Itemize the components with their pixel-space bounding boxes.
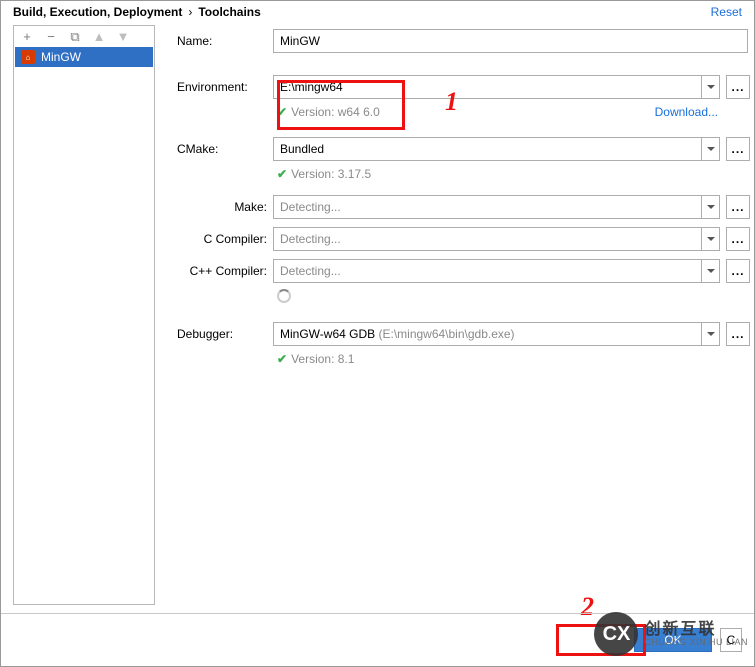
name-field[interactable]	[273, 29, 748, 53]
cpp-compiler-dropdown-icon[interactable]	[701, 260, 719, 282]
sidebar-toolbar: + − ⧉ ▲ ▼	[14, 26, 154, 47]
environment-field[interactable]: E:\mingw64	[273, 75, 720, 99]
reset-link[interactable]: Reset	[711, 5, 742, 19]
cmake-version: Version: 3.17.5	[291, 167, 371, 181]
copy-icon[interactable]: ⧉	[68, 30, 82, 43]
debugger-version: Version: 8.1	[291, 352, 354, 366]
breadcrumb-separator: ›	[188, 5, 192, 19]
debugger-status: ✔ Version: 8.1	[177, 352, 750, 366]
make-browse-button[interactable]: ...	[726, 195, 750, 219]
debugger-dropdown-icon[interactable]	[701, 323, 719, 345]
cmake-label: CMake:	[177, 142, 273, 156]
cmake-status: ✔ Version: 3.17.5	[177, 167, 750, 181]
settings-form: Name: Environment: E:\mingw64 ... ✔ Vers…	[155, 25, 754, 605]
environment-version: Version: w64 6.0	[291, 105, 380, 119]
watermark-cn: 创新互联	[644, 622, 748, 638]
debugger-browse-button[interactable]: ...	[726, 322, 750, 346]
cmake-field[interactable]: Bundled	[273, 137, 720, 161]
cpp-compiler-label: C++ Compiler:	[177, 264, 273, 278]
debugger-field[interactable]: MinGW-w64 GDB (E:\mingw64\bin\gdb.exe)	[273, 322, 720, 346]
spinner-icon	[277, 289, 291, 303]
c-compiler-dropdown-icon[interactable]	[701, 228, 719, 250]
move-up-icon[interactable]: ▲	[92, 30, 106, 43]
make-dropdown-icon[interactable]	[701, 196, 719, 218]
make-field[interactable]: Detecting...	[273, 195, 720, 219]
add-icon[interactable]: +	[20, 30, 34, 43]
watermark: CX 创新互联 CHUANG XIN HU LIAN	[594, 612, 748, 656]
name-label: Name:	[177, 34, 273, 48]
watermark-en: CHUANG XIN HU LIAN	[644, 638, 748, 647]
breadcrumb-current: Toolchains	[198, 5, 260, 19]
cpp-compiler-value: Detecting...	[274, 262, 701, 280]
check-icon: ✔	[277, 352, 287, 366]
c-compiler-value: Detecting...	[274, 230, 701, 248]
sidebar-list: ⌂ MinGW	[15, 47, 153, 603]
environment-status: ✔ Version: w64 6.0 Download...	[177, 105, 750, 119]
download-link[interactable]: Download...	[380, 105, 750, 119]
make-value: Detecting...	[274, 198, 701, 216]
cpp-compiler-browse-button[interactable]: ...	[726, 259, 750, 283]
c-compiler-browse-button[interactable]: ...	[726, 227, 750, 251]
move-down-icon[interactable]: ▼	[116, 30, 130, 43]
sidebar-item-label: MinGW	[41, 50, 81, 64]
cpp-compiler-field[interactable]: Detecting...	[273, 259, 720, 283]
cmake-dropdown-icon[interactable]	[701, 138, 719, 160]
sidebar-item-mingw[interactable]: ⌂ MinGW	[15, 47, 153, 67]
c-compiler-field[interactable]: Detecting...	[273, 227, 720, 251]
environment-browse-button[interactable]: ...	[726, 75, 750, 99]
c-compiler-label: C Compiler:	[177, 232, 273, 246]
environment-dropdown-icon[interactable]	[701, 76, 719, 98]
mingw-icon: ⌂	[21, 50, 35, 64]
environment-value: E:\mingw64	[274, 78, 701, 96]
cmake-value: Bundled	[274, 140, 701, 158]
breadcrumb-parent[interactable]: Build, Execution, Deployment	[13, 5, 182, 19]
remove-icon[interactable]: −	[44, 30, 58, 43]
watermark-logo-icon: CX	[594, 612, 638, 656]
environment-label: Environment:	[177, 80, 273, 94]
check-icon: ✔	[277, 167, 287, 181]
check-icon: ✔	[277, 105, 287, 119]
make-label: Make:	[177, 200, 273, 214]
cmake-browse-button[interactable]: ...	[726, 137, 750, 161]
debugger-label: Debugger:	[177, 327, 273, 341]
toolchains-sidebar: + − ⧉ ▲ ▼ ⌂ MinGW	[13, 25, 155, 605]
breadcrumb: Build, Execution, Deployment › Toolchain…	[1, 1, 754, 25]
debugger-value: MinGW-w64 GDB (E:\mingw64\bin\gdb.exe)	[274, 325, 701, 343]
